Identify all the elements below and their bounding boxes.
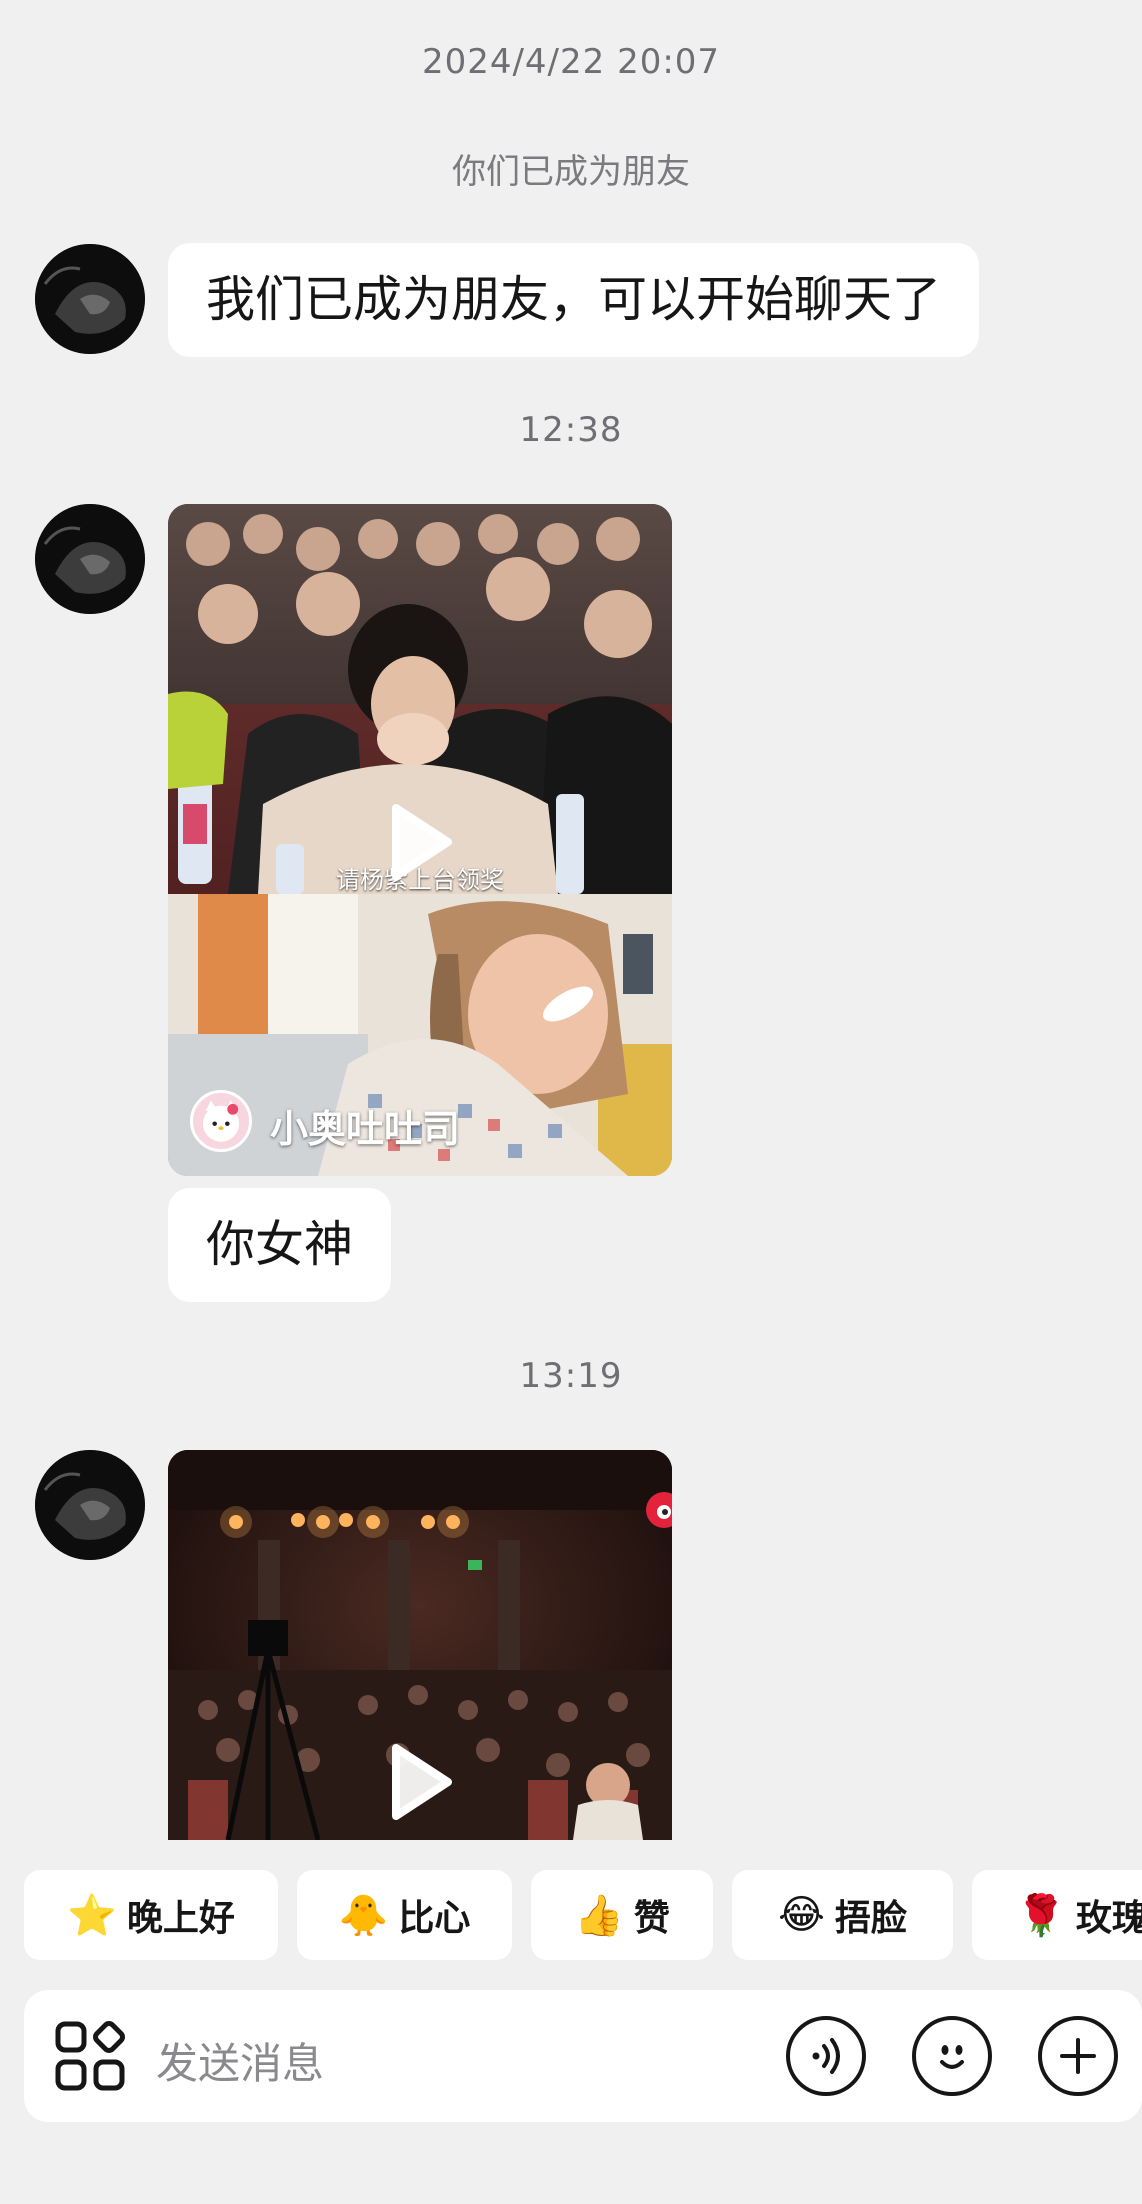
- timestamp: 12:38: [519, 410, 623, 450]
- avatar[interactable]: [35, 504, 145, 614]
- author-name[interactable]: 小奥吐吐司: [270, 1098, 460, 1153]
- more-button[interactable]: [1038, 2016, 1118, 2096]
- thumbs-up-emoji-icon: 👍: [574, 1892, 624, 1939]
- avatar-image: [35, 504, 145, 614]
- quick-reply-label: 赞: [633, 1898, 670, 1939]
- laughing-face-emoji-icon: 😂: [778, 1892, 825, 1938]
- star-emoji-icon: ⭐: [67, 1892, 117, 1939]
- rose-emoji-icon: 🌹: [1016, 1892, 1066, 1939]
- plus-icon: [1060, 2038, 1096, 2074]
- timestamp: 2024/4/22 20:07: [421, 42, 721, 82]
- voice-icon: [812, 2038, 840, 2074]
- quick-reply-chip[interactable]: 😂 捂脸: [732, 1870, 953, 1960]
- quick-reply-chip[interactable]: 🐥 比心: [297, 1870, 512, 1960]
- emoji-button[interactable]: [912, 2016, 992, 2096]
- quick-reply-label: 捂脸: [834, 1898, 907, 1939]
- quick-reply-label: 比心: [398, 1898, 471, 1939]
- quick-reply-chip[interactable]: 🌹 玫瑰: [972, 1870, 1142, 1960]
- timestamp: 13:19: [519, 1356, 623, 1396]
- play-icon[interactable]: [388, 804, 452, 880]
- quick-reply-label: 玫瑰: [1075, 1898, 1142, 1939]
- shared-video-card[interactable]: [168, 1450, 672, 1840]
- avatar-image: [35, 244, 145, 354]
- apps-grid-icon[interactable]: [54, 2020, 126, 2092]
- heart-hands-emoji-icon: 🐥: [338, 1892, 389, 1939]
- message-bubble-reply[interactable]: 你女神: [168, 1188, 392, 1302]
- message-bubble-greeting[interactable]: 我们已成为朋友，可以开始聊天了: [168, 243, 980, 357]
- avatar[interactable]: [35, 1450, 145, 1560]
- message-input-bar: 发送消息: [24, 1990, 1142, 2122]
- quick-reply-chip[interactable]: ⭐ 晚上好: [24, 1870, 278, 1960]
- emoji-face-icon: [940, 2045, 964, 2069]
- quick-reply-label: 晚上好: [126, 1898, 235, 1939]
- play-icon[interactable]: [388, 1744, 452, 1820]
- hello-kitty-icon: [202, 1100, 240, 1142]
- voice-button[interactable]: [786, 2016, 866, 2096]
- shared-video-card[interactable]: 请杨紫上台领奖 小奥吐吐司: [168, 504, 672, 1176]
- quick-reply-chip[interactable]: 👍 赞: [531, 1870, 713, 1960]
- avatar[interactable]: [35, 244, 145, 354]
- message-input[interactable]: 发送消息: [156, 2030, 324, 2091]
- system-notice: 你们已成为朋友: [452, 152, 690, 192]
- author-avatar[interactable]: [190, 1090, 252, 1152]
- avatar-image: [35, 1450, 145, 1560]
